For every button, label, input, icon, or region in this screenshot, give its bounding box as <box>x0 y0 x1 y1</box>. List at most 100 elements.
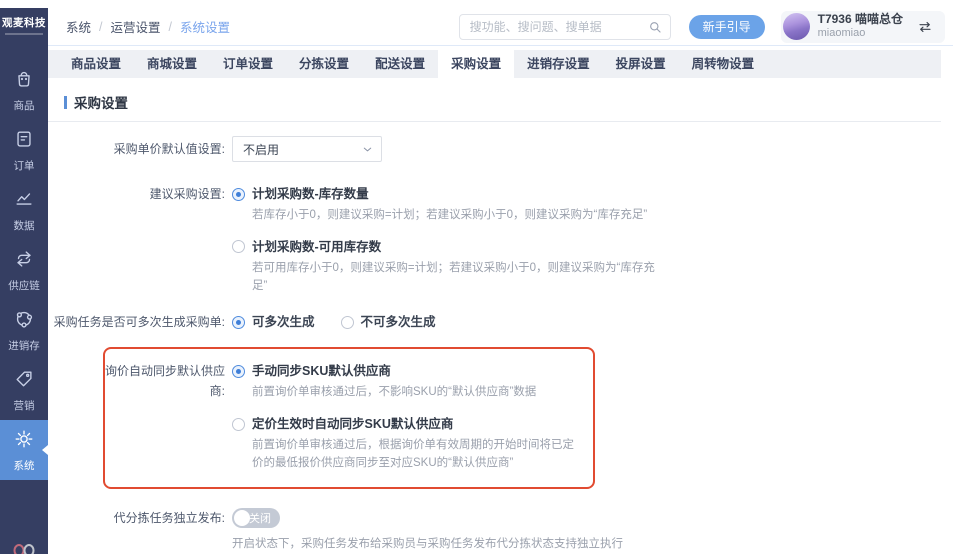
radio-checked-icon <box>232 188 245 201</box>
supply-chain-arrows-icon <box>13 248 35 275</box>
select-value: 不启用 <box>243 141 279 158</box>
sidebar-item-label: 系统 <box>14 458 35 473</box>
field-independent-publish: 代分拣任务独立发布: 关闭 开启状态下，采购任务发布给采购员与采购任务发布代分拣… <box>48 505 941 554</box>
field-label: 采购任务是否可多次生成采购单: <box>48 309 225 335</box>
sidebar-item-marketing[interactable]: 营销 <box>0 360 48 420</box>
breadcrumb-separator: / <box>169 20 172 34</box>
search-input[interactable] <box>470 20 648 34</box>
section-header: 采购设置 <box>64 92 941 112</box>
section-title-bar <box>64 96 67 109</box>
toggle-help-on: 开启状态下，采购任务发布给采购员与采购任务发布代分拣状态支持独立执行 <box>232 534 623 554</box>
marketing-tag-icon <box>13 368 35 395</box>
toggle-help: 开启状态下，采购任务发布给采购员与采购任务发布代分拣状态支持独立执行 关闭状态下… <box>232 534 623 554</box>
breadcrumb-item-system[interactable]: 系统 <box>66 17 91 36</box>
sidebar-item-orders[interactable]: 订单 <box>0 120 48 180</box>
radio-option-plan-available-stock[interactable]: 计划采购数-可用库存数 <box>232 237 668 257</box>
tab-screencast-settings[interactable]: 投屏设置 <box>603 50 679 78</box>
search-icon[interactable] <box>648 20 662 34</box>
radio-option-auto-sync-supplier[interactable]: 定价生效时自动同步SKU默认供应商 <box>232 414 581 434</box>
option-help: 若可用库存小于0，则建议采购=计划；若建议采购小于0，则建议采购为“库存充足” <box>252 260 668 296</box>
sidebar-nav: 商品 订单 数据 <box>0 60 48 480</box>
toggle-knob <box>234 510 250 526</box>
app-logo[interactable]: 观麦科技 <box>0 8 48 42</box>
option-title: 计划采购数-可用库存数 <box>252 237 381 257</box>
radio-checked-icon <box>232 365 245 378</box>
radio-option-multi-not-allowed[interactable]: 不可多次生成 <box>341 309 436 335</box>
sidebar-item-label: 供应链 <box>8 278 40 293</box>
option-title: 不可多次生成 <box>361 309 436 335</box>
radio-option-plan-stock-qty[interactable]: 计划采购数-库存数量 <box>232 184 668 204</box>
option-help: 前置询价单审核通过后，不影响SKU的“默认供应商”数据 <box>252 384 581 402</box>
field-label: 采购单价默认值设置: <box>48 136 225 162</box>
user-account: miaomiao <box>818 27 903 41</box>
field-unit-price-default: 采购单价默认值设置: 不启用 <box>48 136 941 162</box>
unit-price-select[interactable]: 不启用 <box>232 136 382 162</box>
tab-sorting-settings[interactable]: 分拣设置 <box>286 50 362 78</box>
option-title: 计划采购数-库存数量 <box>252 184 369 204</box>
tab-delivery-settings[interactable]: 配送设置 <box>362 50 438 78</box>
brand-mark <box>14 544 35 554</box>
radio-unchecked-icon <box>232 418 245 431</box>
data-chart-icon <box>13 188 35 215</box>
sidebar-item-data[interactable]: 数据 <box>0 180 48 240</box>
system-gear-icon <box>13 428 35 455</box>
orders-doc-icon <box>13 128 35 155</box>
goods-bag-icon <box>13 68 35 95</box>
search-box <box>459 14 671 40</box>
purchase-settings-panel: 采购设置 采购单价默认值设置: 不启用 建议采购设置: 计划采购数-库存数量 若… <box>48 78 941 554</box>
sidebar-item-goods[interactable]: 商品 <box>0 60 48 120</box>
option-title: 定价生效时自动同步SKU默认供应商 <box>252 414 453 434</box>
switch-account-icon[interactable] <box>917 19 933 35</box>
breadcrumb: 系统 / 运营设置 / 系统设置 <box>66 17 230 36</box>
sidebar: 观麦科技 商品 <box>0 8 48 554</box>
system-settings-page: 观麦科技 商品 <box>0 0 953 554</box>
sidebar-item-inventory[interactable]: 进销存 <box>0 300 48 360</box>
tab-turnover-settings[interactable]: 周转物设置 <box>679 50 768 78</box>
app-logo-subtext <box>5 33 43 35</box>
app-logo-text: 观麦科技 <box>2 15 46 30</box>
annotation-highlight-box: 询价自动同步默认供应商: 手动同步SKU默认供应商 前置询价单审核通过后，不影响… <box>103 347 595 488</box>
user-names: T7936 喵喵总仓 miaomiao <box>818 12 903 41</box>
field-multi-generate: 采购任务是否可多次生成采购单: 可多次生成 不可多次生成 <box>48 309 941 335</box>
field-label: 代分拣任务独立发布: <box>48 505 225 531</box>
tab-invoicing-settings[interactable]: 进销存设置 <box>514 50 603 78</box>
field-label: 询价自动同步默认供应商: <box>105 361 225 484</box>
sidebar-item-label: 营销 <box>14 398 35 413</box>
settings-tabbar: 商品设置 商城设置 订单设置 分拣设置 配送设置 采购设置 进销存设置 投屏设置… <box>48 50 941 78</box>
sidebar-item-supply-chain[interactable]: 供应链 <box>0 240 48 300</box>
sidebar-item-label: 商品 <box>14 98 35 113</box>
option-help: 若库存小于0，则建议采购=计划；若建议采购小于0，则建议采购为“库存充足” <box>252 207 668 225</box>
breadcrumb-separator: / <box>99 20 102 34</box>
tab-goods-settings[interactable]: 商品设置 <box>58 50 134 78</box>
independent-publish-toggle[interactable]: 关闭 <box>232 508 280 528</box>
page-title: 采购设置 <box>74 92 128 112</box>
user-account-chip[interactable]: T7936 喵喵总仓 miaomiao <box>781 11 945 43</box>
radio-unchecked-icon <box>341 316 354 329</box>
radio-unchecked-icon <box>232 240 245 253</box>
inventory-cycle-icon <box>13 308 35 335</box>
field-label: 建议采购设置: <box>48 184 225 204</box>
option-help: 前置询价单审核通过后，根据询价单有效周期的开始时间将已定价的最低报价供应商同步至… <box>252 437 581 473</box>
new-user-guide-button[interactable]: 新手引导 <box>689 15 765 39</box>
field-suggest-purchase: 建议采购设置: 计划采购数-库存数量 若库存小于0，则建议采购=计划；若建议采购… <box>48 184 941 307</box>
sidebar-item-label: 数据 <box>14 218 35 233</box>
tab-order-settings[interactable]: 订单设置 <box>210 50 286 78</box>
breadcrumb-item-system-settings[interactable]: 系统设置 <box>180 17 230 36</box>
toggle-state-label: 关闭 <box>249 510 271 526</box>
radio-checked-icon <box>232 316 245 329</box>
breadcrumb-item-operation-settings[interactable]: 运营设置 <box>111 17 161 36</box>
option-title: 手动同步SKU默认供应商 <box>252 361 391 381</box>
radio-option-manual-sync-supplier[interactable]: 手动同步SKU默认供应商 <box>232 361 581 381</box>
option-title: 可多次生成 <box>252 309 315 335</box>
tab-purchase-settings[interactable]: 采购设置 <box>438 50 514 78</box>
sidebar-item-label: 订单 <box>14 158 35 173</box>
section-divider <box>48 121 941 122</box>
user-avatar <box>783 13 810 40</box>
brand-petal-icon <box>24 544 35 554</box>
sidebar-item-system[interactable]: 系统 <box>0 420 48 480</box>
chevron-down-icon <box>362 144 373 155</box>
sidebar-item-label: 进销存 <box>8 338 40 353</box>
user-name: T7936 喵喵总仓 <box>818 12 903 27</box>
radio-option-multi-allowed[interactable]: 可多次生成 <box>232 309 315 335</box>
tab-mall-settings[interactable]: 商城设置 <box>134 50 210 78</box>
